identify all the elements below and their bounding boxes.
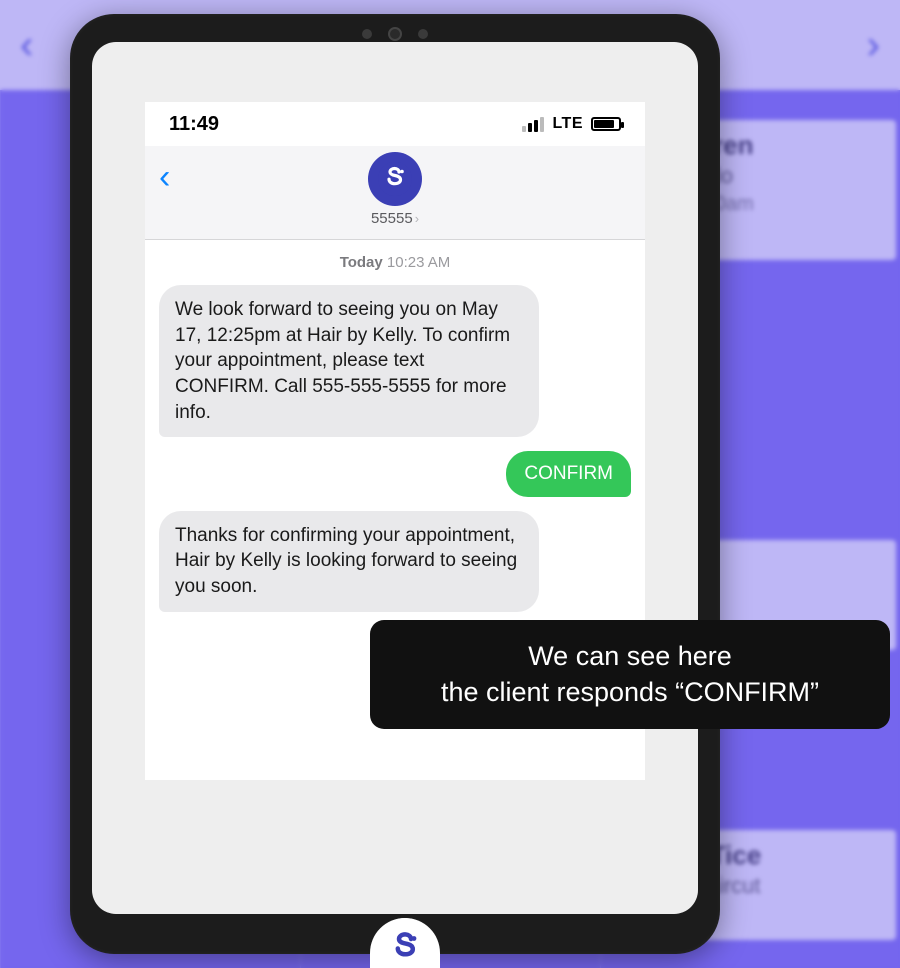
- sender-number: 55555: [371, 210, 413, 227]
- chevron-right-icon: ›: [415, 211, 419, 226]
- incoming-message[interactable]: We look forward to seeing you on May 17,…: [159, 285, 539, 437]
- thread-timestamp: Today 10:23 AM: [159, 254, 631, 271]
- sender-avatar[interactable]: [368, 152, 422, 206]
- tablet-camera-notch: [335, 28, 455, 40]
- brand-logo-icon: [383, 926, 427, 968]
- phone-status-bar: 11:49 LTE: [145, 102, 645, 146]
- brand-logo-icon: [378, 162, 412, 196]
- messages-header: ‹ 55555 ›: [145, 146, 645, 240]
- signal-icon: [522, 117, 544, 132]
- outgoing-message[interactable]: CONFIRM: [506, 451, 631, 497]
- caption-line: the client responds “CONFIRM”: [394, 674, 866, 710]
- incoming-message[interactable]: Thanks for confirming your appointment, …: [159, 511, 539, 612]
- tablet-frame: 11:49 LTE ‹: [70, 14, 720, 954]
- tablet-screen: 11:49 LTE ‹: [92, 42, 698, 914]
- video-caption: We can see here the client responds “CON…: [370, 620, 890, 729]
- network-label: LTE: [552, 115, 583, 133]
- sender-name-row[interactable]: 55555 ›: [371, 210, 419, 227]
- caption-line: We can see here: [394, 638, 866, 674]
- status-time: 11:49: [169, 113, 219, 136]
- back-button[interactable]: ‹: [159, 152, 199, 194]
- battery-icon: [591, 117, 621, 131]
